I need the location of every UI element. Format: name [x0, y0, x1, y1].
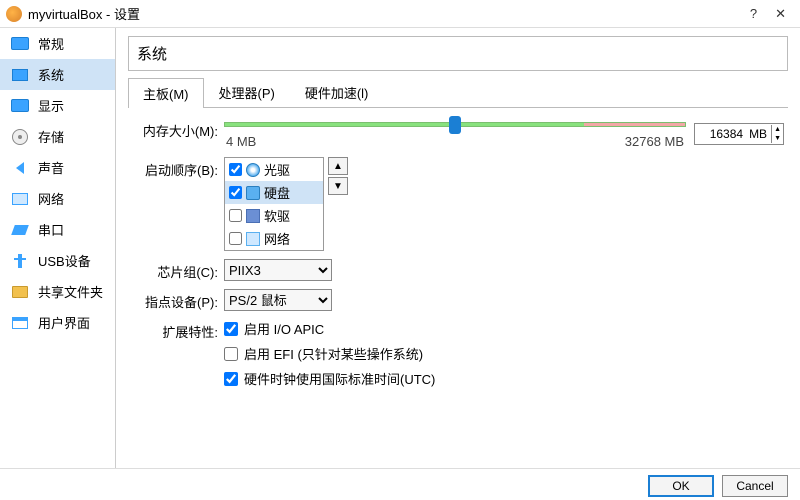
- help-button[interactable]: ?: [750, 6, 757, 22]
- memory-label: 内存大小(M):: [132, 118, 224, 140]
- check-efi[interactable]: [224, 347, 238, 361]
- close-button[interactable]: ✕: [775, 6, 786, 22]
- boot-item-harddisk[interactable]: 硬盘: [225, 181, 323, 204]
- sidebar-item-label: 共享文件夹: [38, 282, 103, 301]
- network-icon: [12, 193, 28, 205]
- extended-label: 扩展特性:: [132, 319, 224, 341]
- sidebar-item-shared-folders[interactable]: 共享文件夹: [0, 276, 115, 307]
- sidebar-item-label: 系统: [38, 65, 64, 84]
- sidebar-item-display[interactable]: 显示: [0, 90, 115, 121]
- sidebar-item-general[interactable]: 常规: [0, 28, 115, 59]
- network-icon: [246, 232, 260, 246]
- sidebar-item-label: 声音: [38, 158, 64, 177]
- boot-check-network[interactable]: [229, 232, 242, 245]
- boot-item-optical[interactable]: 光驱: [225, 158, 323, 181]
- sidebar-item-audio[interactable]: 声音: [0, 152, 115, 183]
- app-icon: [6, 6, 22, 22]
- boot-check-floppy[interactable]: [229, 209, 242, 222]
- memory-input-group: MB ▲▼: [694, 123, 784, 145]
- sidebar-item-storage[interactable]: 存储: [0, 121, 115, 152]
- settings-sidebar: 常规 系统 显示 存储 声音 网络 串口 USB设备 共享文件夹 用户界面: [0, 28, 116, 468]
- boot-move-up[interactable]: ▲: [328, 157, 348, 175]
- cancel-button[interactable]: Cancel: [722, 475, 788, 497]
- tab-acceleration[interactable]: 硬件加速(l): [290, 77, 384, 107]
- check-label: 硬件时钟使用国际标准时间(UTC): [244, 369, 435, 388]
- window-title: myvirtualBox - 设置: [28, 4, 750, 23]
- chipset-label: 芯片组(C):: [132, 259, 224, 281]
- chip-icon: [12, 69, 28, 81]
- sidebar-item-label: 存储: [38, 127, 64, 146]
- sidebar-item-label: 网络: [38, 189, 64, 208]
- memory-spinner[interactable]: ▲▼: [771, 125, 783, 143]
- boot-check-harddisk[interactable]: [229, 186, 242, 199]
- sidebar-item-usb[interactable]: USB设备: [0, 245, 115, 276]
- spin-up-icon[interactable]: ▲: [772, 125, 783, 134]
- sidebar-item-label: 用户界面: [38, 313, 90, 332]
- memory-input[interactable]: [695, 127, 747, 141]
- sidebar-item-label: USB设备: [38, 251, 91, 270]
- sidebar-item-label: 常规: [38, 34, 64, 53]
- boot-order-list: 光驱 硬盘 软驱 网络: [224, 157, 324, 251]
- sidebar-item-system[interactable]: 系统: [0, 59, 115, 90]
- sidebar-item-label: 显示: [38, 96, 64, 115]
- boot-item-label: 网络: [264, 229, 290, 248]
- memory-unit: MB: [747, 127, 771, 141]
- slider-thumb-icon[interactable]: [449, 116, 461, 134]
- check-utc[interactable]: [224, 372, 238, 386]
- tab-motherboard[interactable]: 主板(M): [128, 78, 204, 108]
- cd-icon: [246, 163, 260, 177]
- boot-item-network[interactable]: 网络: [225, 227, 323, 250]
- tab-processor[interactable]: 处理器(P): [204, 77, 290, 107]
- pointing-label: 指点设备(P):: [132, 289, 224, 311]
- sidebar-item-user-interface[interactable]: 用户界面: [0, 307, 115, 338]
- monitor-icon: [11, 99, 29, 112]
- sidebar-item-label: 串口: [38, 220, 64, 239]
- sidebar-item-serial[interactable]: 串口: [0, 214, 115, 245]
- titlebar: myvirtualBox - 设置 ? ✕: [0, 0, 800, 28]
- memory-slider[interactable]: [224, 118, 686, 132]
- memory-max: 32768 MB: [625, 134, 684, 149]
- boot-order-label: 启动顺序(B):: [132, 157, 224, 179]
- check-io-apic[interactable]: [224, 322, 238, 336]
- memory-min: 4 MB: [226, 134, 256, 149]
- tabs: 主板(M) 处理器(P) 硬件加速(l): [128, 77, 788, 108]
- section-title: 系统: [128, 36, 788, 71]
- boot-move-down[interactable]: ▼: [328, 177, 348, 195]
- boot-item-label: 软驱: [264, 206, 290, 225]
- pointing-select[interactable]: PS/2 鼠标: [224, 289, 332, 311]
- chipset-select[interactable]: PIIX3: [224, 259, 332, 281]
- harddisk-icon: [246, 186, 260, 200]
- floppy-icon: [246, 209, 260, 223]
- spin-down-icon[interactable]: ▼: [772, 134, 783, 143]
- folder-icon: [12, 286, 28, 298]
- boot-item-label: 光驱: [264, 160, 290, 179]
- sidebar-item-network[interactable]: 网络: [0, 183, 115, 214]
- ok-button[interactable]: OK: [648, 475, 714, 497]
- disk-icon: [12, 129, 28, 145]
- usb-icon: [18, 254, 22, 268]
- monitor-icon: [11, 37, 29, 50]
- audio-icon: [16, 162, 24, 174]
- check-label: 启用 EFI (只针对某些操作系统): [244, 344, 423, 363]
- ui-icon: [12, 317, 28, 329]
- boot-item-floppy[interactable]: 软驱: [225, 204, 323, 227]
- boot-check-optical[interactable]: [229, 163, 242, 176]
- check-label: 启用 I/O APIC: [244, 319, 324, 338]
- serial-icon: [11, 225, 29, 235]
- boot-item-label: 硬盘: [264, 183, 290, 202]
